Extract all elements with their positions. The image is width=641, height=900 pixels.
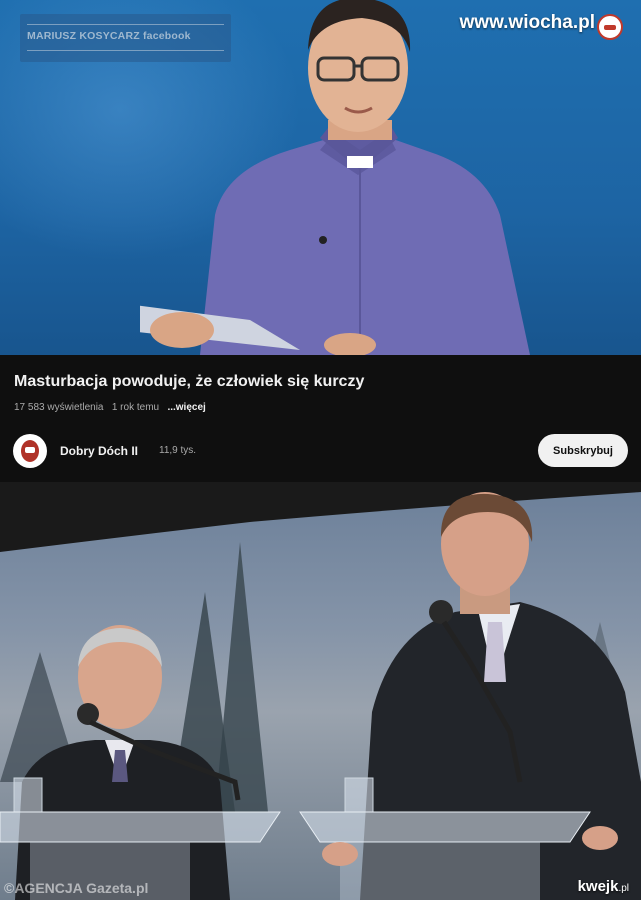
kwejk-watermark: kwejk.pl [578,878,629,895]
channel-avatar[interactable] [13,434,47,468]
video-player-frame[interactable]: MARIUSZ KOSYCARZ facebook www.wiocha.pl [0,0,641,355]
channel-name[interactable]: Dobry Dóch II [60,444,138,458]
wiocha-watermark: www.wiocha.pl [459,12,595,33]
video-meta: 17 583 wyświetlenia 1 rok temu ...więcej [14,402,206,413]
video-title: Masturbacja powoduje, że człowiek się ku… [14,373,365,390]
press-conference-photo: ©AGENCJA Gazeta.pl kwejk.pl [0,482,641,900]
video-info-panel: Masturbacja powoduje, że człowiek się ku… [0,355,641,482]
more-link[interactable]: ...więcej [167,402,205,413]
subscriber-count: 11,9 tys. [159,445,197,456]
presenter-figure [140,0,530,355]
upload-age: 1 rok temu [111,402,160,413]
photo-credit: ©AGENCJA Gazeta.pl [4,880,149,896]
wiocha-logo-icon [597,14,623,40]
view-count: 17 583 wyświetlenia [14,402,104,413]
photo-scene [0,482,641,900]
kwejk-watermark-tld: .pl [618,883,629,894]
kwejk-watermark-name: kwejk [577,878,619,895]
subscribe-button[interactable]: Subskrybuj [538,434,628,467]
channel-logo-icon [21,440,39,462]
